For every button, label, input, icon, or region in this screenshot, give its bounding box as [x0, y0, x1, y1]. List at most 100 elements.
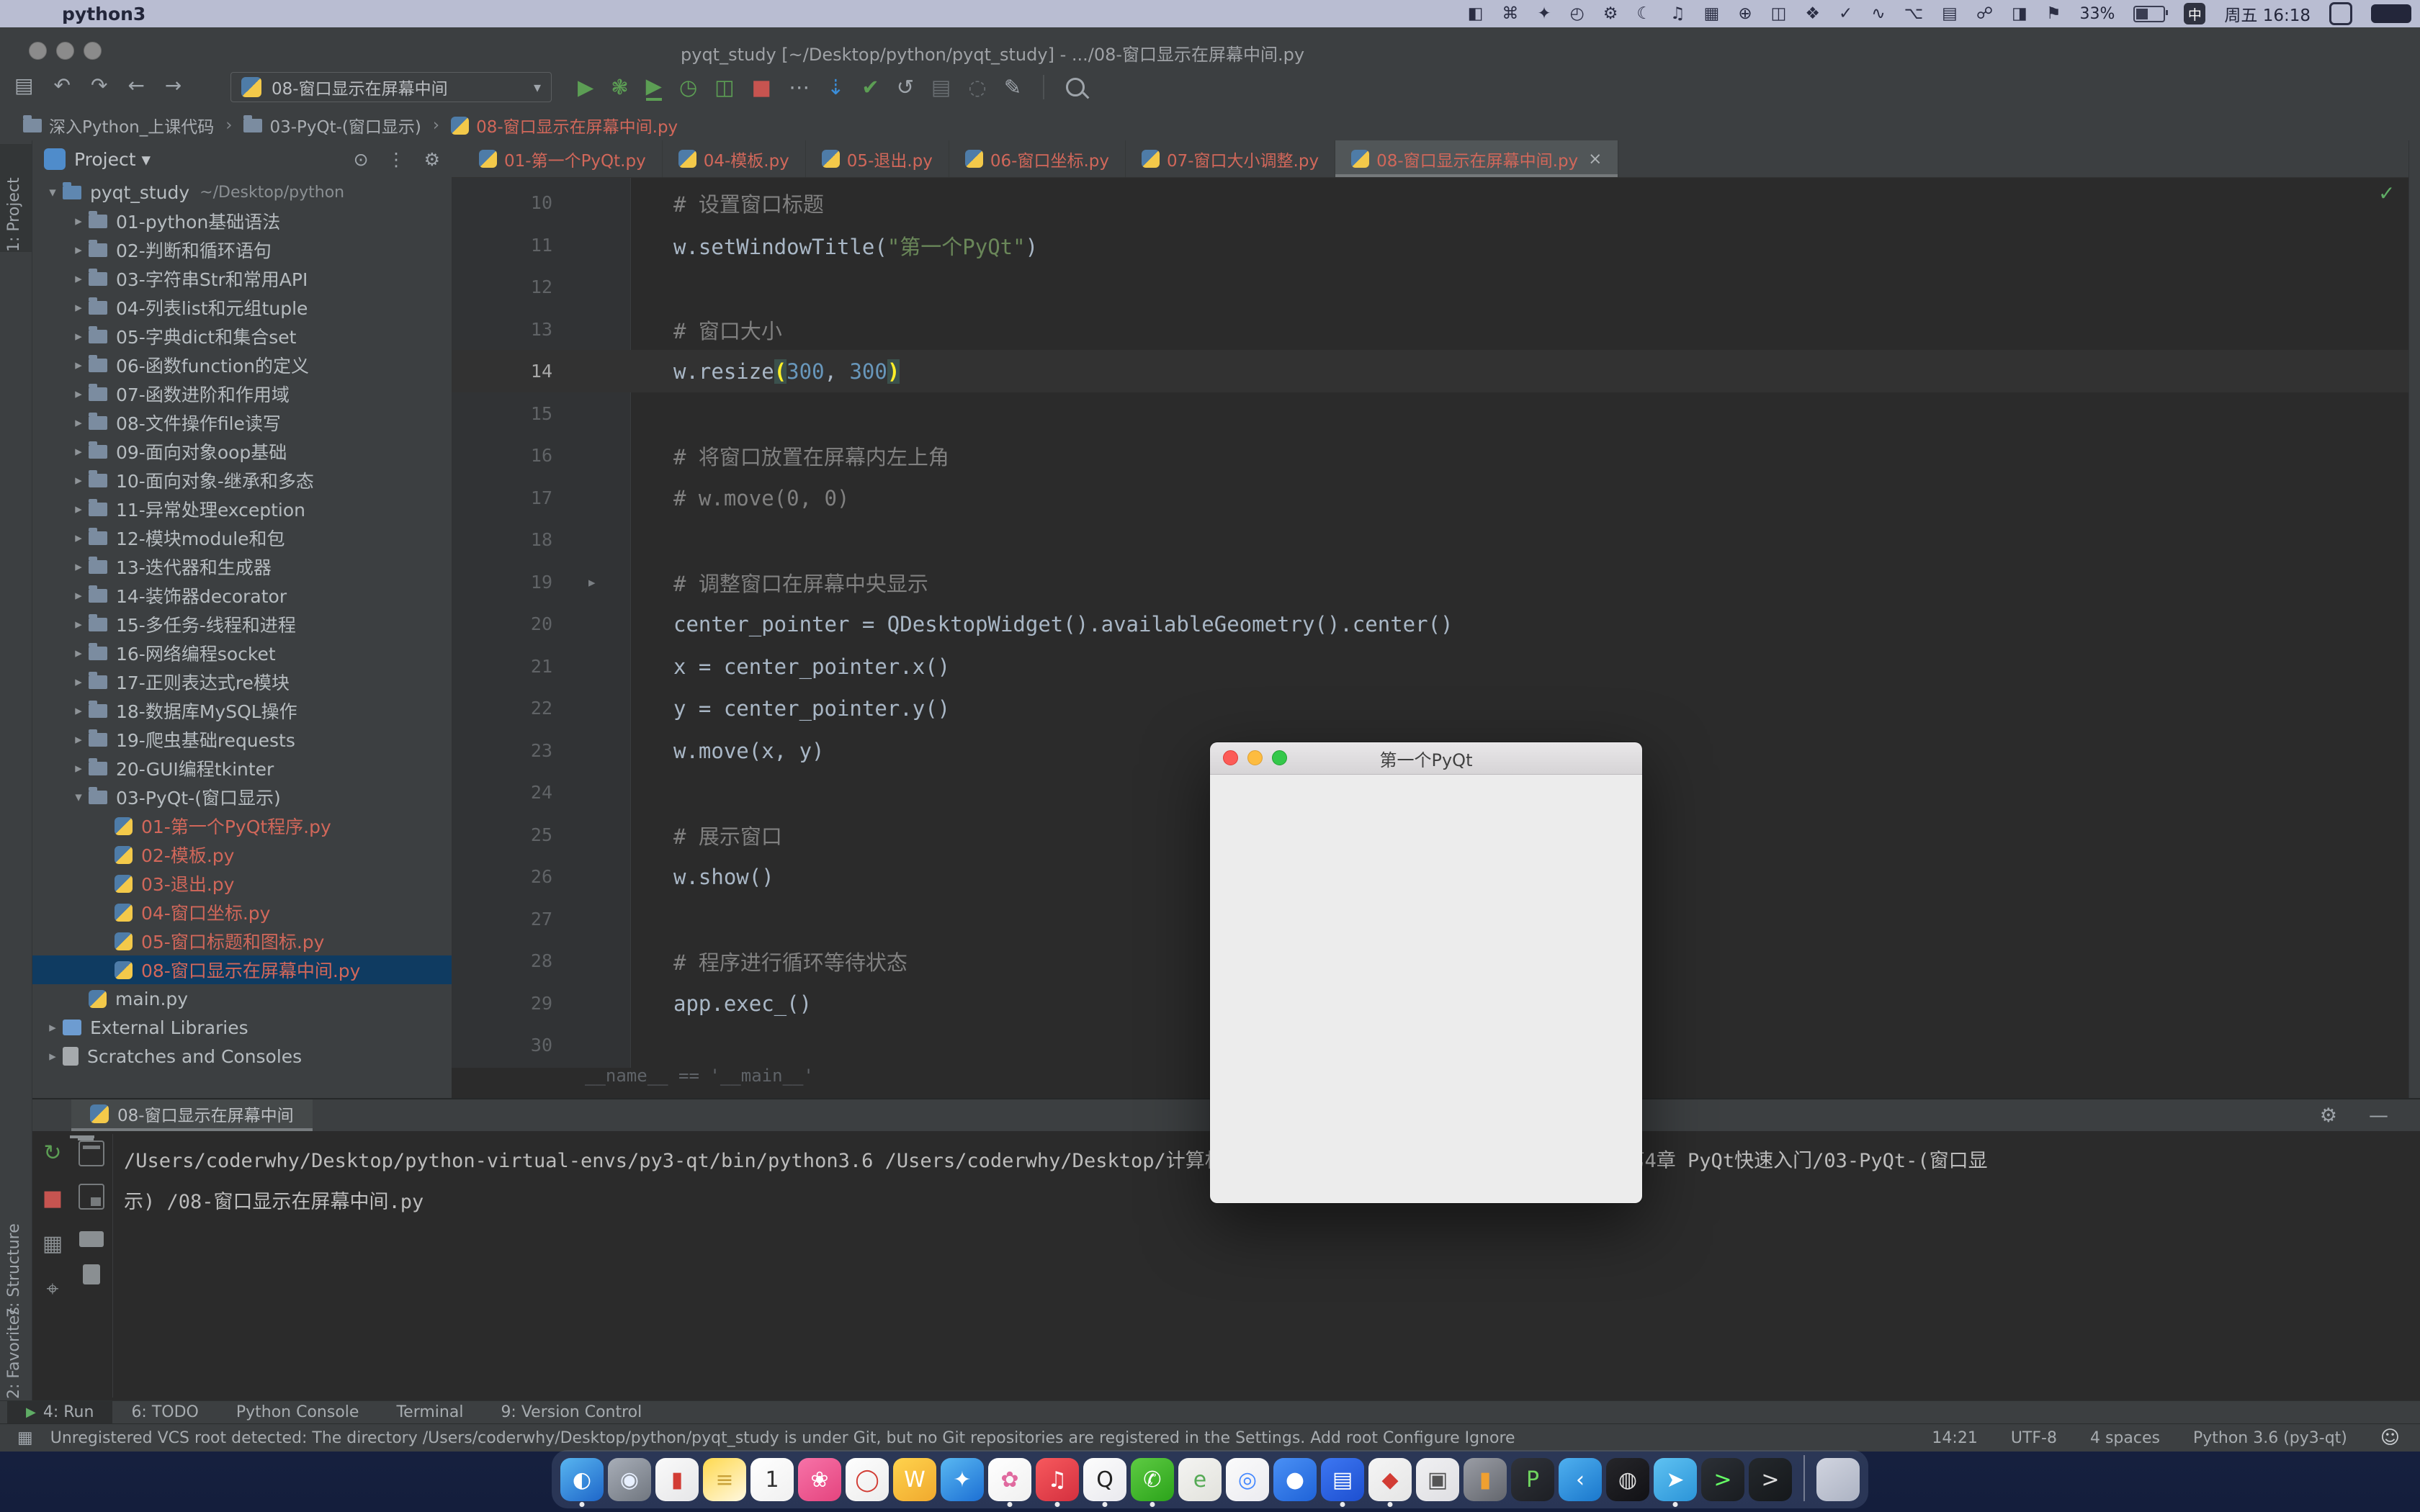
stripe-label-favorites[interactable]: 2: Favorites: [5, 1302, 23, 1399]
dock-icon-iterm[interactable]: >: [1749, 1458, 1792, 1501]
pause-output-icon[interactable]: ▦: [42, 1231, 63, 1256]
dock-icon-wechat[interactable]: ✆: [1131, 1458, 1174, 1501]
dock-icon-calendar[interactable]: 1: [750, 1458, 794, 1501]
menu-clock[interactable]: 周五 16:18: [2224, 1, 2311, 26]
contrast-icon[interactable]: ◨: [2012, 4, 2027, 23]
tree-chevron-icon[interactable]: ▾: [42, 184, 63, 200]
dock-icon-preview[interactable]: ▣: [1416, 1458, 1459, 1501]
spark-icon[interactable]: ✦: [1537, 4, 1551, 23]
dock-icon-circle-app[interactable]: ◎: [1226, 1458, 1269, 1501]
code-line[interactable]: 14w.resize(300, 300): [452, 350, 2409, 392]
inspection-ok-icon[interactable]: ✓: [2378, 181, 2395, 205]
tree-chevron-icon[interactable]: ▸: [68, 760, 89, 776]
tree-item[interactable]: ▸05-字典dict和集合set: [32, 322, 452, 351]
tree-chevron-icon[interactable]: ▸: [68, 415, 89, 431]
dock-icon-typora[interactable]: ▮: [1464, 1458, 1507, 1501]
run-tab[interactable]: 08-窗口显示在屏幕中间: [71, 1099, 313, 1131]
command-icon[interactable]: ⌘: [1502, 4, 1518, 23]
dock-icon-qq[interactable]: Q: [1083, 1458, 1126, 1501]
editor-tab[interactable]: 08-窗口显示在屏幕中间.py×: [1335, 140, 1618, 177]
menu-app-name[interactable]: python3: [62, 4, 145, 24]
diamond-icon[interactable]: ❖: [1805, 4, 1820, 23]
tree-item[interactable]: ▸External Libraries: [32, 1013, 452, 1042]
open-project-icon[interactable]: ▤: [14, 73, 33, 97]
tree-chevron-icon[interactable]: ▸: [42, 1048, 63, 1064]
tree-item[interactable]: ▸19-爬虫基础requests: [32, 725, 452, 754]
dock-icon-docs-blue[interactable]: ▤: [1321, 1458, 1364, 1501]
dock-icon-music[interactable]: ♫: [1036, 1458, 1079, 1501]
tree-chevron-icon[interactable]: ▸: [68, 444, 89, 459]
back-icon[interactable]: ←: [127, 73, 144, 97]
tree-chevron-icon[interactable]: ▸: [68, 328, 89, 344]
tree-item[interactable]: ▸07-函数进阶和作用域: [32, 379, 452, 408]
code-line[interactable]: 20center_pointer = QDesktopWidget().avai…: [452, 603, 2409, 645]
tree-item[interactable]: ▾pyqt_study~/Desktop/python: [32, 178, 452, 207]
dock-icon-wps[interactable]: W: [893, 1458, 936, 1501]
tree-item[interactable]: ▸08-文件操作file读写: [32, 408, 452, 437]
ide-close-button[interactable]: [29, 42, 47, 60]
debug-icon[interactable]: ❃: [611, 75, 628, 99]
tree-item[interactable]: ▸09-面向对象oop基础: [32, 437, 452, 466]
update-project-icon[interactable]: ⇣: [827, 75, 844, 99]
tree-chevron-icon[interactable]: ▸: [68, 559, 89, 575]
breadcrumb-item[interactable]: 深入Python_上课代码: [23, 113, 214, 138]
dock-icon-siri[interactable]: ◉: [608, 1458, 651, 1501]
tree-item[interactable]: ▸03-字符串Str和常用API: [32, 264, 452, 293]
tree-chevron-icon[interactable]: ▸: [68, 645, 89, 661]
dock-icon-photos[interactable]: ✿: [988, 1458, 1031, 1501]
history-icon[interactable]: ◌: [968, 75, 986, 99]
print-icon[interactable]: [79, 1231, 104, 1247]
toolwindow-toggle-icon[interactable]: ▦: [17, 1428, 33, 1447]
pyqt-title-bar[interactable]: 第一个PyQt: [1210, 742, 1642, 775]
tree-item[interactable]: 03-退出.py: [32, 869, 452, 898]
toolwindow-tab[interactable]: 6: TODO: [112, 1401, 217, 1423]
editor-tab[interactable]: 01-第一个PyQt.py: [463, 140, 663, 177]
tree-chevron-icon[interactable]: ▸: [68, 271, 89, 287]
close-icon[interactable]: ×: [1588, 150, 1602, 168]
dock-icon-photos-pink[interactable]: ❀: [798, 1458, 841, 1501]
tree-item[interactable]: ▸16-网络编程socket: [32, 639, 452, 667]
code-line[interactable]: 11w.setWindowTitle("第一个PyQt"): [452, 224, 2409, 266]
dock-icon-tv-app[interactable]: ▮: [655, 1458, 699, 1501]
code-line[interactable]: 22y = center_pointer.y(): [452, 687, 2409, 729]
pyqt-window[interactable]: 第一个PyQt: [1210, 742, 1642, 1203]
rerun-icon[interactable]: ↻: [43, 1140, 61, 1166]
status-widget[interactable]: UTF-8: [2011, 1429, 2057, 1447]
tree-chevron-icon[interactable]: ▸: [68, 357, 89, 373]
clock-icon[interactable]: ◴: [1570, 4, 1585, 23]
dock-icon-safari[interactable]: ✦: [941, 1458, 984, 1501]
editor-tab[interactable]: 05-退出.py: [806, 140, 949, 177]
toolwindow-tab[interactable]: Python Console: [218, 1401, 378, 1423]
tree-chevron-icon[interactable]: ▸: [68, 386, 89, 402]
project-panel-title[interactable]: Project ▾: [74, 149, 151, 170]
pin-icon[interactable]: ⌖: [47, 1277, 59, 1302]
code-line[interactable]: 17# w.move(0, 0): [452, 477, 2409, 519]
commit-icon[interactable]: ✔: [861, 75, 879, 99]
grid-icon[interactable]: ▦: [1704, 4, 1720, 23]
notification-center-icon[interactable]: [2371, 4, 2411, 23]
breadcrumb-item[interactable]: 08-窗口显示在屏幕中间.py: [451, 113, 678, 138]
collapse-all-icon[interactable]: ⊙: [354, 149, 369, 170]
tree-item[interactable]: ▸20-GUI编程tkinter: [32, 754, 452, 783]
option-icon[interactable]: ⌥: [1904, 4, 1924, 23]
dock-icon-dictionary[interactable]: ◯: [846, 1458, 889, 1501]
dock-icon-vscode[interactable]: ‹: [1559, 1458, 1602, 1501]
run-config-selector[interactable]: 08-窗口显示在屏幕中间 ▾: [230, 72, 552, 102]
tree-item[interactable]: ▸11-异常处理exception: [32, 495, 452, 523]
code-line[interactable]: 21x = center_pointer.x(): [452, 645, 2409, 688]
tree-item[interactable]: ▸17-正则表达式re模块: [32, 667, 452, 696]
dock-icon-trash[interactable]: [1816, 1458, 1860, 1501]
ide-minimize-button[interactable]: [56, 42, 74, 60]
code-line[interactable]: 15: [452, 392, 2409, 435]
stop-icon[interactable]: ■: [42, 1186, 63, 1211]
settings-icon[interactable]: ⚙: [424, 149, 440, 170]
project-tree[interactable]: ▾pyqt_study~/Desktop/python▸01-python基础语…: [32, 178, 452, 1078]
moon-icon[interactable]: ☾: [1636, 4, 1652, 23]
plus-icon[interactable]: ⊕: [1738, 4, 1752, 23]
tree-item[interactable]: 05-窗口标题和图标.py: [32, 927, 452, 955]
tree-item[interactable]: 02-模板.py: [32, 840, 452, 869]
dock-icon-contacts-blue[interactable]: ●: [1273, 1458, 1317, 1501]
soft-wrap-icon[interactable]: [79, 1184, 104, 1210]
hector-icon[interactable]: ☺: [2380, 1427, 2400, 1449]
input-method-icon[interactable]: 中: [2184, 3, 2205, 24]
